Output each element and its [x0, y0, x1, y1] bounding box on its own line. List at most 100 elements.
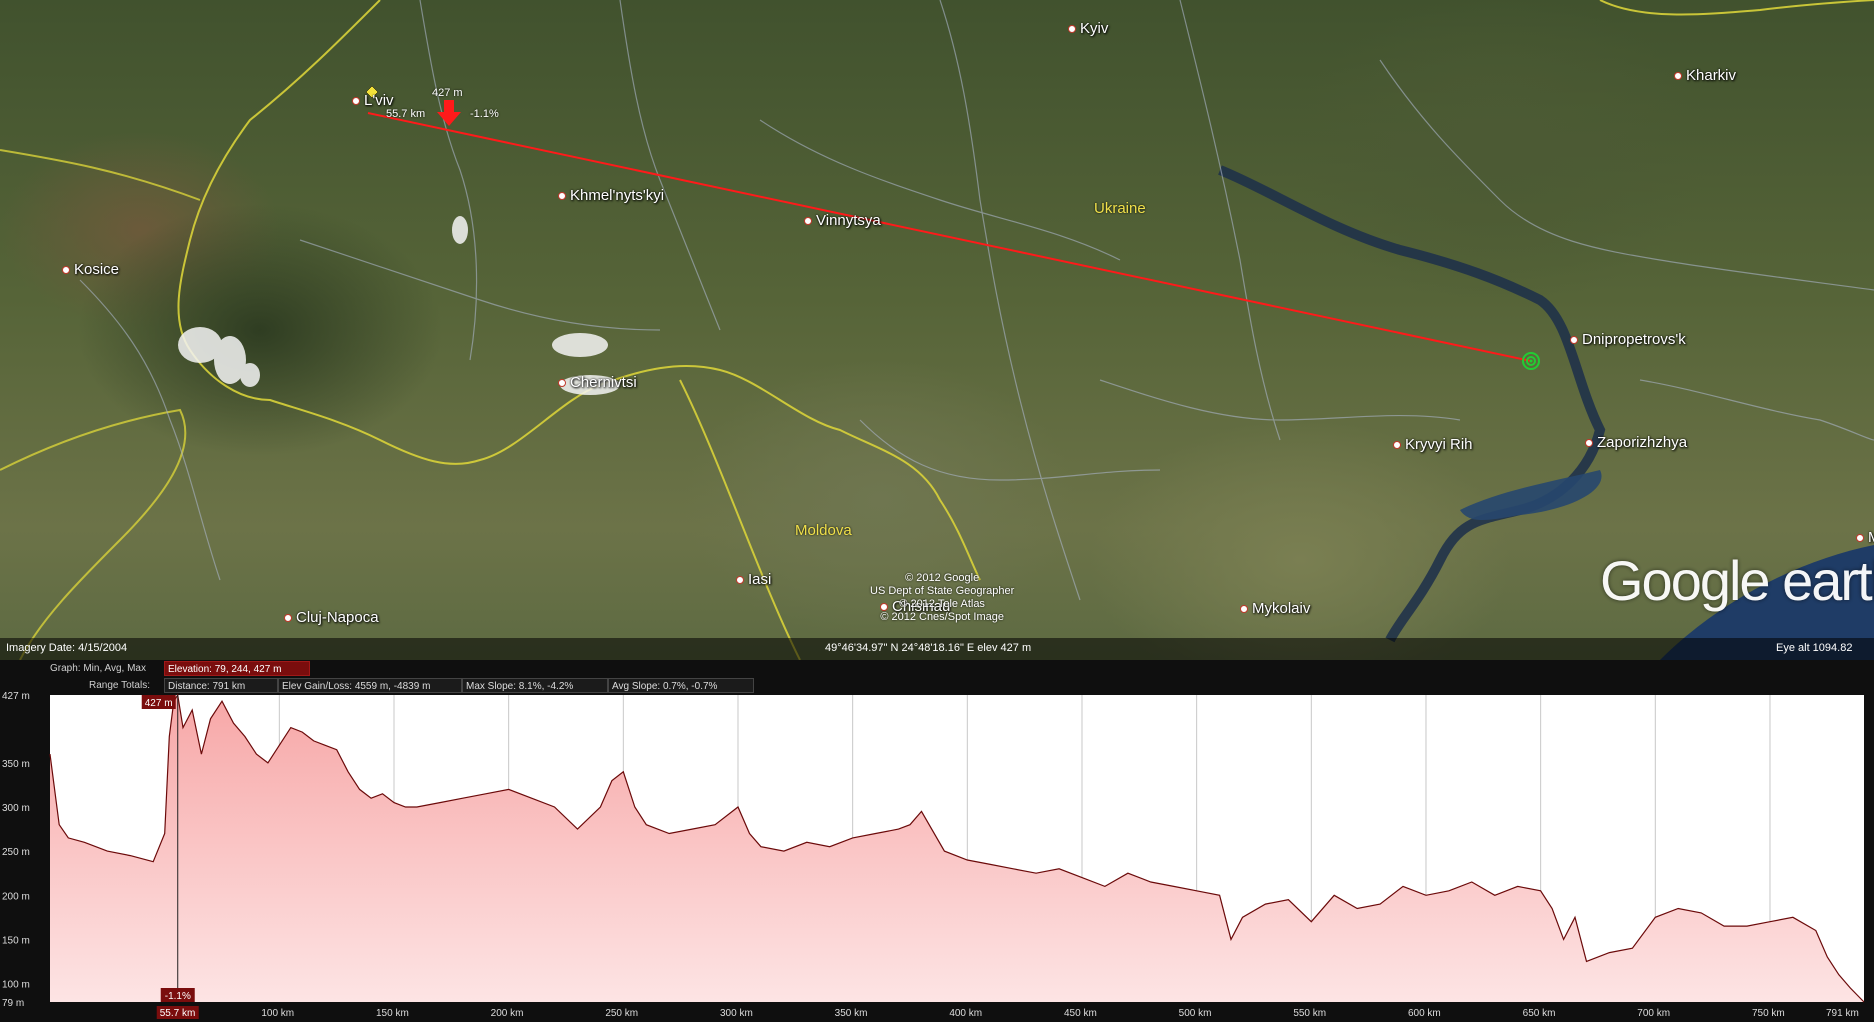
city-name: Mykolaiv — [1252, 600, 1311, 617]
city-name: Zaporizhzhya — [1597, 434, 1688, 451]
path-cursor-arrow-icon[interactable] — [437, 100, 461, 126]
city-marker-icon — [1585, 439, 1593, 448]
city-name: Chernivtsi — [570, 374, 637, 391]
city-marker-icon — [1570, 336, 1578, 345]
x-tick-label: 200 km — [491, 1008, 524, 1019]
city-name: Kryvyi Rih — [1405, 436, 1473, 453]
y-tick-label: 79 m — [2, 998, 24, 1009]
city-name: Kosice — [74, 261, 120, 278]
copyright-line: © 2012 Cnes/Spot Image — [880, 611, 1004, 623]
x-tick-label: 350 km — [835, 1008, 868, 1019]
city-label[interactable]: Mykolaiv — [1240, 600, 1310, 617]
city-label[interactable]: Iasi — [736, 571, 771, 588]
google-earth-logo: Google earth — [1600, 549, 1874, 612]
x-axis-ticks: 100 km 150 km 200 km 250 km 300 km 350 km 400 … — [261, 1008, 1858, 1019]
x-tick-label: 450 km — [1064, 1008, 1097, 1019]
cursor-slope-flag: -1.1% — [160, 988, 195, 1002]
country-border-russia — [1599, 0, 1874, 16]
map-view[interactable]: Kyiv Kharkiv L'viv Khmel'nyts'kyi Vinnytsya K… — [0, 0, 1874, 660]
x-tick-label: 550 km — [1293, 1008, 1326, 1019]
y-tick-label: 427 m — [2, 691, 30, 702]
x-tick-label: 750 km — [1752, 1008, 1785, 1019]
x-tick-label: 300 km — [720, 1008, 753, 1019]
x-tick-label: 791 km — [1826, 1008, 1859, 1019]
city-name: Cluj-Napoca — [296, 609, 379, 626]
marker-elevation-label: 427 m — [432, 87, 463, 99]
profile-stats-row-1: Graph: Min, Avg, Max Elevation: 79, 244,… — [0, 661, 1874, 677]
city-name: Kyiv — [1080, 20, 1109, 37]
city-marker-icon — [1674, 72, 1682, 81]
city-label[interactable]: Kosice — [62, 261, 119, 278]
graph-label: Graph: Min, Avg, Max — [50, 663, 146, 674]
city-marker-icon — [736, 576, 744, 585]
x-tick-label: 650 km — [1523, 1008, 1556, 1019]
y-tick-label: 250 m — [2, 847, 30, 858]
cursor-elevation-flag: 427 m — [141, 695, 176, 709]
elevation-stat-toggle[interactable]: Elevation: 79, 244, 427 m — [164, 661, 310, 676]
elevation-profile-chart[interactable]: 427 m350 m300 m250 m200 m150 m100 m79 m … — [0, 690, 1874, 1022]
city-marker-icon — [1068, 25, 1076, 34]
x-tick-label: 100 km — [261, 1008, 294, 1019]
city-name: Kharkiv — [1686, 67, 1737, 84]
y-tick-label: 100 m — [2, 979, 30, 990]
city-label[interactable]: Zaporizhzhya — [1585, 434, 1687, 451]
city-name: M — [1868, 529, 1874, 546]
city-label[interactable]: Kryvyi Rih — [1393, 436, 1473, 453]
city-name: Dnipropetrovs'k — [1582, 331, 1686, 348]
map-status-bar: Imagery Date: 4/15/2004 49°46'34.97" N 2… — [0, 638, 1874, 660]
city-label[interactable]: Cluj-Napoca — [284, 609, 379, 626]
cursor-elevation-text: 427 m — [145, 698, 173, 709]
city-label[interactable]: L'viv — [352, 92, 394, 109]
city-label[interactable]: M — [1856, 529, 1874, 546]
city-marker-icon — [804, 217, 812, 226]
city-marker-icon — [62, 266, 70, 275]
x-tick-label: 700 km — [1637, 1008, 1670, 1019]
cursor-coordinates: 49°46'34.97" N 24°48'18.16" E elev 427 m — [825, 642, 1032, 654]
oblast-borders — [79, 0, 1874, 601]
city-marker-icon — [352, 97, 360, 106]
cursor-distance-text: 55.7 km — [160, 1008, 196, 1019]
kakhovka-reservoir — [1460, 470, 1602, 520]
x-tick-label: 400 km — [949, 1008, 982, 1019]
country-border-romania — [0, 408, 187, 660]
y-tick-label: 350 m — [2, 759, 30, 770]
city-name: Khmel'nyts'kyi — [570, 187, 665, 204]
copyright-line: US Dept of State Geographer — [870, 585, 1015, 597]
copyright-line: © 2012 Tele Atlas — [899, 598, 985, 610]
city-marker-icon — [558, 192, 566, 201]
city-marker-icon — [1393, 441, 1401, 450]
city-name: Iasi — [748, 571, 772, 588]
cloud-patches — [178, 216, 620, 395]
city-marker-icon — [284, 614, 292, 623]
copyright-line: © 2012 Google — [905, 572, 980, 584]
country-border-slovakia — [0, 149, 201, 201]
imagery-date: Imagery Date: 4/15/2004 — [6, 642, 128, 654]
city-label[interactable]: Vinnytsya — [804, 212, 881, 229]
x-tick-label: 600 km — [1408, 1008, 1441, 1019]
x-tick-label: 500 km — [1179, 1008, 1212, 1019]
dnipro-river — [1218, 165, 1606, 643]
x-tick-label: 250 km — [605, 1008, 638, 1019]
country-border — [177, 0, 981, 581]
city-label[interactable]: Kharkiv — [1674, 67, 1736, 84]
y-tick-label: 150 m — [2, 935, 30, 946]
y-tick-label: 200 m — [2, 891, 30, 902]
city-label[interactable]: Chernivtsi — [558, 374, 637, 391]
city-name: Vinnytsya — [816, 212, 881, 229]
imagery-copyright: © 2012 Google US Dept of State Geographe… — [870, 572, 1014, 624]
city-name: L'viv — [364, 92, 394, 109]
path-end-target-icon[interactable] — [1522, 352, 1540, 370]
y-axis-ticks: 427 m 350 m 300 m 250 m 200 m 150 m 100 m 79 m — [2, 691, 30, 1009]
city-label[interactable]: Dnipropetrovs'k — [1570, 331, 1686, 348]
country-border-moldova — [679, 379, 801, 660]
city-marker-icon — [1240, 605, 1248, 614]
eye-altitude: Eye alt 1094.82 — [1776, 642, 1853, 654]
cursor-distance-flag: 55.7 km — [156, 1006, 199, 1019]
country-label: Ukraine — [1094, 200, 1146, 217]
city-label[interactable]: Kyiv — [1068, 20, 1108, 37]
country-label: Moldova — [795, 522, 852, 539]
city-label[interactable]: Khmel'nyts'kyi — [558, 187, 664, 204]
marker-slope-label: -1.1% — [470, 108, 499, 120]
marker-distance-label: 55.7 km — [386, 108, 426, 120]
city-marker-icon — [1856, 534, 1864, 543]
